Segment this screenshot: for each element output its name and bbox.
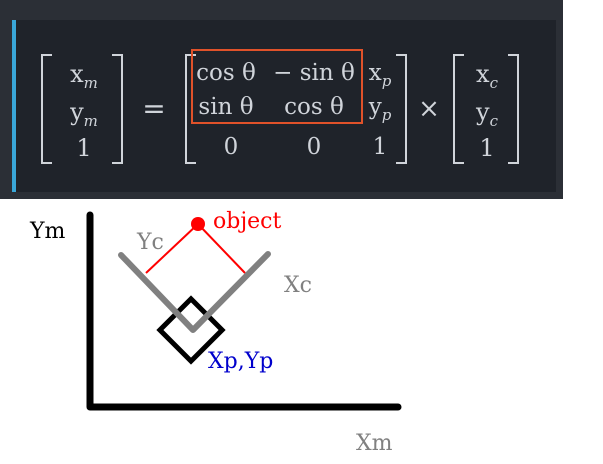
matrix-cell-2-2: 1 [373, 134, 388, 160]
ym-label: Ym [29, 219, 66, 244]
lhs-bracket-right [112, 54, 123, 164]
object-label: object [213, 209, 281, 234]
matrix-cell-1-1: cos θ [284, 94, 344, 120]
lhs-row-1: ym [69, 98, 98, 130]
xpyp-label: Xp,Yp [208, 349, 273, 374]
camera-axes [118, 251, 271, 333]
lhs-row-2: 1 [76, 134, 91, 162]
matrix-cell-1-0: sin θ [198, 94, 253, 120]
matrix-cell-0-0: cos θ [196, 60, 256, 86]
matrix-cell-0-1: − sin θ [273, 60, 355, 86]
rhs-row-1: yc [475, 98, 499, 130]
equals-sign: = [142, 92, 165, 125]
rhs-row-0: xc [476, 60, 499, 92]
matrix-cell-1-2: yp [368, 94, 392, 124]
xm-label: Xm [356, 431, 393, 456]
matrix-bracket-right [396, 54, 407, 164]
matrix-cell-2-0: 0 [224, 134, 239, 160]
xc-label: Xc [284, 273, 312, 298]
lhs-bracket-left [41, 54, 52, 164]
main-canvas: xm ym 1 = cos θ − sin θ xp sin θ cos θ y… [29, 49, 519, 456]
rhs-bracket-right [508, 54, 519, 164]
rhs-bracket-left [453, 54, 464, 164]
matrix-cell-2-1: 0 [307, 134, 322, 160]
yc-label: Yc [136, 230, 164, 255]
object-point [191, 217, 205, 231]
times-sign: × [418, 94, 440, 124]
lhs-row-0: xm [70, 60, 98, 92]
matrix-cell-0-2: xp [369, 60, 392, 90]
rhs-row-2: 1 [479, 134, 494, 162]
